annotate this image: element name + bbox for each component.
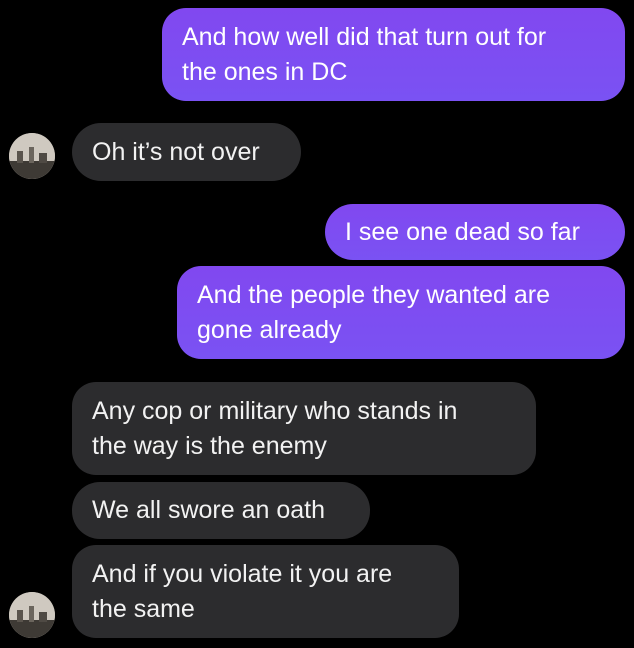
message-thread: And how well did that turn out for the o… [0,0,634,648]
received-message-bubble[interactable]: And if you violate it you are the same [72,545,459,638]
sent-message-bubble[interactable]: I see one dead so far [325,204,625,260]
contact-avatar-icon[interactable] [9,592,55,638]
received-message-bubble[interactable]: Oh it’s not over [72,123,301,181]
sent-message-bubble[interactable]: And the people they wanted are gone alre… [177,266,625,359]
contact-avatar-icon[interactable] [9,133,55,179]
received-message-bubble[interactable]: Any cop or military who stands in the wa… [72,382,536,475]
received-message-bubble[interactable]: We all swore an oath [72,482,370,539]
sent-message-bubble[interactable]: And how well did that turn out for the o… [162,8,625,101]
